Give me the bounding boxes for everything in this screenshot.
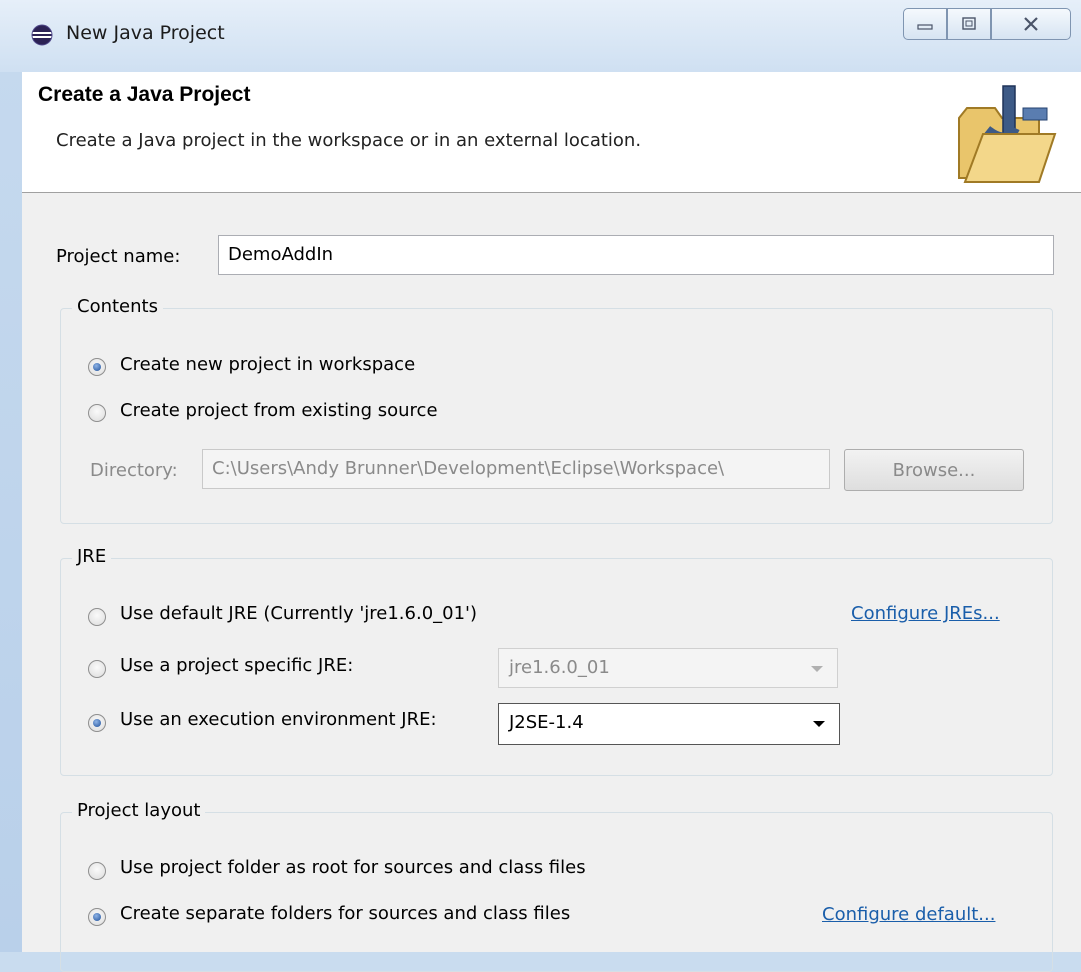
close-icon xyxy=(1024,17,1038,31)
directory-input[interactable]: C:\Users\Andy Brunner\Development\Eclips… xyxy=(202,449,830,489)
close-button[interactable] xyxy=(991,8,1071,40)
separate-folders-label[interactable]: Create separate folders for sources and … xyxy=(120,903,570,924)
maximize-button[interactable] xyxy=(947,8,991,40)
title-bar: New Java Project xyxy=(0,0,1081,72)
execution-environment-select[interactable]: J2SE-1.4 xyxy=(498,703,840,745)
project-layout-group xyxy=(60,812,1053,972)
project-folder-root-label[interactable]: Use project folder as root for sources a… xyxy=(120,857,586,878)
execution-environment-jre-label[interactable]: Use an execution environment JRE: xyxy=(120,709,437,730)
banner-title: Create a Java Project xyxy=(38,83,251,106)
wizard-banner: Create a Java Project Create a Java proj… xyxy=(22,72,1081,193)
contents-group-title: Contents xyxy=(72,296,163,317)
directory-label: Directory: xyxy=(90,460,178,481)
minimize-icon xyxy=(917,24,933,30)
window-frame: New Java Project Create a Java Project C… xyxy=(0,0,1081,972)
jre-group-title: JRE xyxy=(72,546,112,567)
chevron-down-icon xyxy=(811,666,823,672)
banner-description: Create a Java project in the workspace o… xyxy=(56,130,642,151)
project-name-label: Project name: xyxy=(56,246,181,267)
project-specific-jre-select[interactable]: jre1.6.0_01 xyxy=(498,648,838,688)
default-jre-radio[interactable] xyxy=(88,608,106,626)
execution-environment-value: J2SE-1.4 xyxy=(509,712,584,733)
project-name-input[interactable]: DemoAddIn xyxy=(218,235,1054,275)
minimize-button[interactable] xyxy=(903,8,947,40)
project-specific-jre-value: jre1.6.0_01 xyxy=(509,657,610,678)
configure-default-link[interactable]: Configure default... xyxy=(822,904,995,925)
separate-folders-radio[interactable] xyxy=(88,908,106,926)
eclipse-icon xyxy=(31,24,53,46)
window-controls xyxy=(903,8,1071,42)
project-specific-jre-radio[interactable] xyxy=(88,660,106,678)
execution-environment-jre-radio[interactable] xyxy=(88,714,106,732)
maximize-icon xyxy=(962,17,976,30)
window-title: New Java Project xyxy=(66,22,225,44)
project-specific-jre-label[interactable]: Use a project specific JRE: xyxy=(120,655,353,676)
chevron-down-icon xyxy=(813,721,825,727)
default-jre-label[interactable]: Use default JRE (Currently 'jre1.6.0_01'… xyxy=(120,603,477,624)
create-from-existing-label[interactable]: Create project from existing source xyxy=(120,400,438,421)
java-folder-icon xyxy=(958,85,1057,183)
project-layout-group-title: Project layout xyxy=(72,800,206,821)
dialog-content: Create a Java Project Create a Java proj… xyxy=(22,72,1081,972)
create-new-project-label[interactable]: Create new project in workspace xyxy=(120,354,415,375)
project-folder-root-radio[interactable] xyxy=(88,862,106,880)
create-new-project-radio[interactable] xyxy=(88,358,106,376)
browse-button[interactable]: Browse... xyxy=(844,449,1024,491)
configure-jres-link[interactable]: Configure JREs... xyxy=(851,603,1000,624)
create-from-existing-radio[interactable] xyxy=(88,404,106,422)
